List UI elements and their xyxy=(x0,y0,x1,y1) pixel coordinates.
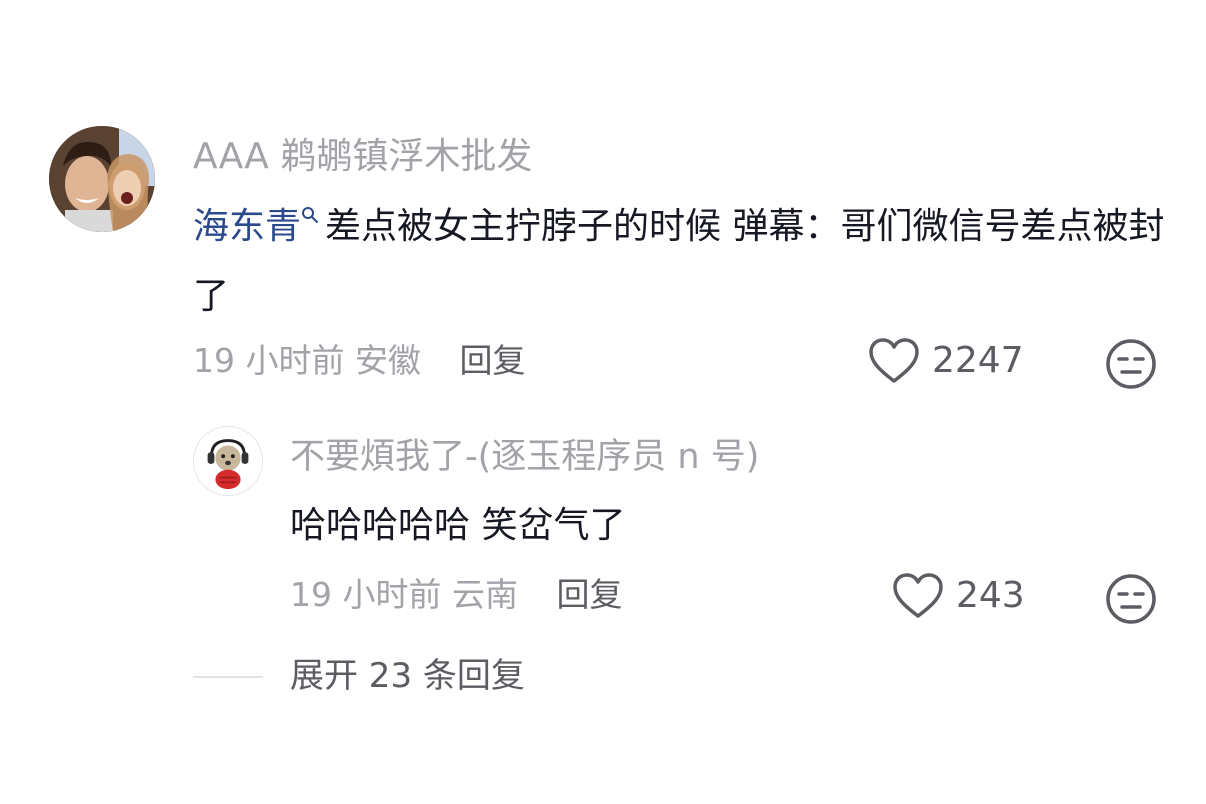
expand-divider xyxy=(193,676,263,678)
mention-name: 海东青 xyxy=(193,206,302,247)
avatar-photo xyxy=(49,126,155,232)
reply-avatar[interactable] xyxy=(193,426,263,496)
comment-text: 差点被女主拧脖子的时候 弹幕：哥们微信号差点被封了 xyxy=(193,206,1165,317)
avatar[interactable] xyxy=(49,126,155,232)
comment-location: 安徽 xyxy=(354,341,421,380)
reply-dislike-button[interactable] xyxy=(1105,573,1157,625)
comment-time: 19 小时前 xyxy=(193,341,345,380)
reply-like-button[interactable]: 243 xyxy=(892,572,1025,620)
expand-replies-button[interactable]: 展开 23 条回复 xyxy=(290,659,525,693)
reply-like-count: 243 xyxy=(956,575,1025,616)
reply-button[interactable]: 回复 xyxy=(459,341,525,380)
unamused-face-icon xyxy=(1106,339,1156,389)
mention-link[interactable]: 海东青 xyxy=(193,206,325,247)
dislike-button[interactable] xyxy=(1105,338,1157,390)
heart-icon xyxy=(869,338,919,383)
comment-meta: 19 小时前 安徽 回复 xyxy=(193,344,525,377)
reply-username[interactable]: 不要煩我了-(逐玉程序员 n 号) xyxy=(290,440,759,475)
avatar-dog-image xyxy=(194,427,262,495)
comment-username[interactable]: AAA 鹈鹕镇浮木批发 xyxy=(193,139,532,175)
comment-text-block: 海东青 差点被女主拧脖子的时候 弹幕：哥们微信号差点被封了 xyxy=(193,192,1173,332)
reply-location: 云南 xyxy=(451,575,518,614)
reply-reply-button[interactable]: 回复 xyxy=(556,575,622,614)
unamused-face-icon xyxy=(1106,574,1156,624)
heart-icon xyxy=(893,573,943,618)
search-icon xyxy=(302,207,319,223)
like-count: 2247 xyxy=(932,340,1024,381)
reply-time: 19 小时前 xyxy=(290,575,442,614)
reply-meta: 19 小时前 云南 回复 xyxy=(290,578,622,611)
like-button[interactable]: 2247 xyxy=(868,337,1024,385)
reply-text: 哈哈哈哈哈 笑岔气了 xyxy=(290,505,626,546)
